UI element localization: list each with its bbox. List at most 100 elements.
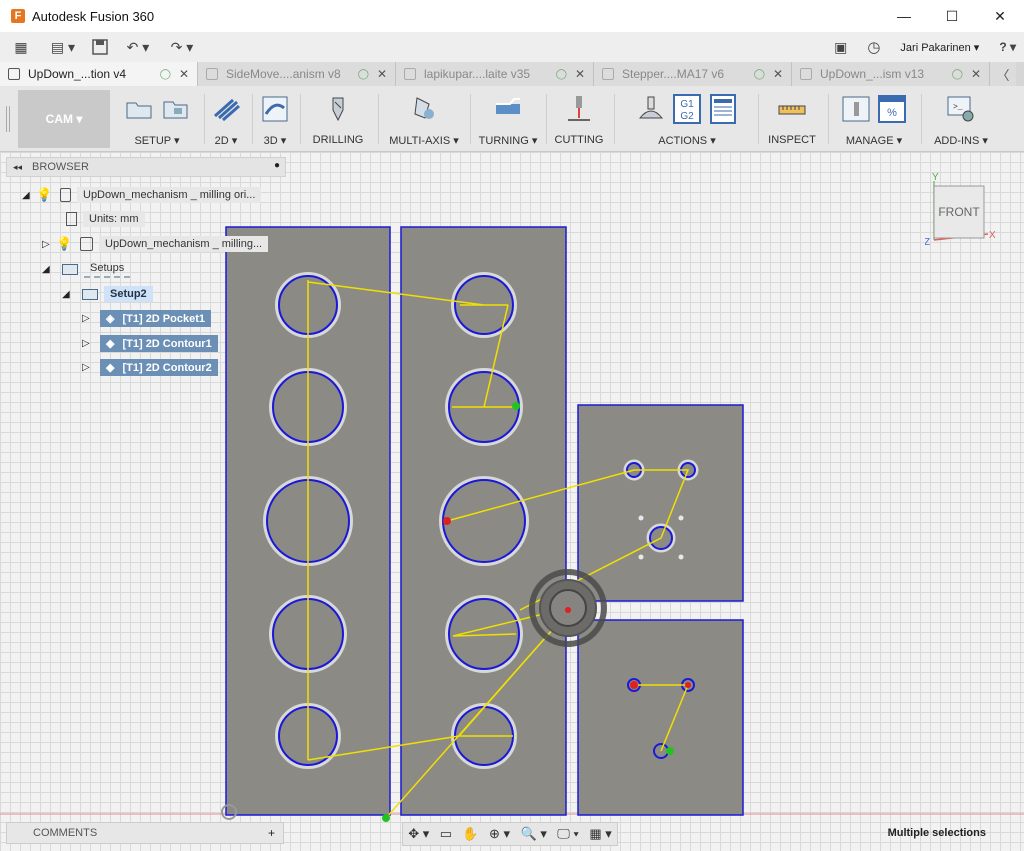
document-tab-icon [8, 68, 20, 80]
document-tab-label: SideMove....anism v8 [226, 67, 341, 81]
g2-label: G2 [680, 111, 694, 122]
expand-triangle-icon[interactable]: ▷ [42, 239, 52, 250]
comment-icon[interactable]: ▣ [834, 39, 847, 56]
tree-units[interactable]: Units: mm [62, 209, 145, 229]
multi-axis-group[interactable]: MULTI-AXIS ▾ [381, 90, 467, 148]
selection-status: Multiple selections [887, 827, 986, 839]
user-menu[interactable]: Jari Pakarinen ▾ [900, 41, 979, 54]
job-status-clock-icon[interactable]: ◷ [867, 38, 880, 56]
2d-group[interactable]: 2D ▾ [206, 90, 246, 148]
pan-icon[interactable]: ✋ [462, 826, 478, 842]
expand-triangle-icon[interactable]: ▷ [82, 313, 92, 324]
svg-text:%: % [887, 107, 897, 119]
tree-operation[interactable]: ▷ ◈ [T1] 2D Pocket1 [82, 308, 211, 328]
lightbulb-icon[interactable]: 💡 [36, 188, 52, 202]
look-at-icon[interactable]: ▭ [440, 826, 452, 842]
setup-group-label: SETUP ▾ [134, 135, 180, 147]
z-axis-label: Z [925, 237, 930, 248]
add-ins-group[interactable]: >_ ADD-INS ▾ [924, 90, 998, 148]
minimize-button[interactable]: — [880, 0, 928, 32]
document-tab[interactable]: SideMove....anism v8 ◯ ✕ [198, 62, 396, 86]
collapse-triangle-icon[interactable]: ◢ [42, 264, 52, 275]
units-label: Units: mm [83, 211, 145, 227]
maximize-button[interactable]: ☐ [928, 0, 976, 32]
tab-close-icon[interactable]: ✕ [575, 67, 585, 81]
tree-setups[interactable]: ◢ Setups [42, 259, 131, 279]
tool-library-icon [842, 96, 870, 122]
lightbulb-icon[interactable]: 💡 [56, 237, 72, 251]
tab-close-icon[interactable]: ✕ [377, 67, 387, 81]
tab-close-icon[interactable]: ✕ [179, 67, 189, 81]
display-settings-icon[interactable]: 🖵 ▾ [557, 826, 579, 842]
stock-plate-2[interactable] [400, 226, 567, 816]
turning-group[interactable]: TURNING ▾ [473, 90, 543, 148]
quick-access-toolbar: ▦ ▤ ▾ ↶ ▾ ↷ ▾ ▣ ◷ Jari Pakarinen ▾ ? ▾ [0, 32, 1024, 62]
browser-close-icon[interactable]: ● [274, 160, 280, 171]
component-icon [80, 237, 93, 251]
actions-group[interactable]: G1 G2 ACTIONS ▾ [620, 90, 754, 148]
manage-group[interactable]: % MANAGE ▾ [831, 90, 917, 148]
document-tab-label: lapikupar....laite v35 [424, 67, 531, 81]
turning-group-label: TURNING ▾ [478, 135, 538, 147]
fit-icon[interactable]: 🔍 ▾ [521, 826, 547, 842]
tab-close-icon[interactable]: ✕ [773, 67, 783, 81]
expand-triangle-icon[interactable]: ▷ [82, 338, 92, 349]
tabs-scroll-icon[interactable]: 〈 [990, 62, 1016, 86]
workspace-switcher[interactable]: CAM ▾ [18, 90, 110, 148]
add-comment-icon[interactable]: + [268, 826, 275, 840]
setup-group[interactable]: SETUP ▾ [112, 90, 202, 148]
3d-group[interactable]: 3D ▾ [255, 90, 295, 148]
drilling-group[interactable]: DRILLING [303, 90, 373, 148]
grid-settings-icon[interactable]: ▦ ▾ [589, 826, 611, 842]
multi-axis-group-label: MULTI-AXIS ▾ [389, 135, 459, 147]
inspect-group[interactable]: INSPECT [761, 90, 823, 148]
operation-label: ◈ [T1] 2D Pocket1 [100, 309, 211, 327]
help-icon[interactable]: ? ▾ [999, 40, 1016, 54]
component-label: UpDown_mechanism _ milling... [99, 236, 269, 252]
title-bar: F Autodesk Fusion 360 — ☐ ✕ [0, 0, 1024, 32]
window-controls: — ☐ ✕ [880, 0, 1024, 32]
data-panel-grid-icon[interactable]: ▦ [0, 35, 42, 59]
document-tab[interactable]: UpDown_...ism v13 ◯ ✕ [792, 62, 990, 86]
ribbon-toolbar: CAM ▾ SETUP ▾ 2D ▾ 3D ▾ DRILLING MULTI-A… [0, 86, 1024, 152]
start-marker [666, 747, 674, 755]
collapse-triangle-icon[interactable]: ◢ [22, 190, 32, 201]
document-tab[interactable]: UpDown_...tion v4 ◯ ✕ [0, 62, 198, 86]
sync-status-icon: ◯ [753, 68, 765, 80]
comments-panel[interactable]: COMMENTS + [6, 822, 284, 844]
document-tab-label: UpDown_...tion v4 [28, 67, 127, 81]
drill-icon [332, 97, 344, 122]
setups-label: Setups [84, 260, 131, 278]
cutting-group[interactable]: CUTTING [549, 90, 609, 148]
tree-component[interactable]: ▷ 💡 UpDown_mechanism _ milling... [42, 234, 269, 254]
file-menu-icon[interactable]: ▤ ▾ [42, 35, 84, 59]
document-tab[interactable]: lapikupar....laite v35 ◯ ✕ [396, 62, 594, 86]
ribbon-grip[interactable] [6, 106, 10, 132]
contour-op-icon: ◆ [106, 361, 115, 374]
undo-icon[interactable]: ↶ ▾ [116, 35, 160, 59]
redo-icon[interactable]: ↷ ▾ [160, 35, 204, 59]
expand-triangle-icon[interactable]: ▷ [82, 362, 92, 373]
save-icon[interactable] [84, 35, 116, 59]
zoom-icon[interactable]: ⊕ ▾ [489, 826, 510, 842]
viewcube[interactable]: FRONT Y X Z [925, 170, 1005, 250]
stock-plate-3[interactable] [577, 404, 744, 602]
setup-folder-icon [82, 288, 98, 300]
tree-setup2[interactable]: ◢ Setup2 [62, 284, 153, 304]
tree-operation[interactable]: ▷ ◆ [T1] 2D Contour2 [82, 357, 218, 377]
setup-sheet-doc-icon [710, 94, 736, 124]
tree-root[interactable]: ◢ 💡 UpDown_mechanism _ milling ori... [22, 185, 262, 205]
document-tab[interactable]: Stepper....MA17 v6 ◯ ✕ [594, 62, 792, 86]
y-axis-label: Y [932, 172, 939, 183]
stock-plate-4[interactable] [577, 619, 744, 816]
close-button[interactable]: ✕ [976, 0, 1024, 32]
3d-adaptive-icon [262, 96, 288, 122]
collapse-triangle-icon[interactable]: ◢ [62, 289, 72, 300]
orbit-icon[interactable]: ✥ ▾ [408, 826, 429, 842]
browser-header[interactable]: ◂◂ BROWSER ● [6, 157, 286, 177]
tree-operation[interactable]: ▷ ◆ [T1] 2D Contour1 [82, 333, 218, 353]
document-tab-icon [206, 68, 218, 80]
tab-close-icon[interactable]: ✕ [971, 67, 981, 81]
2d-group-label: 2D ▾ [214, 135, 238, 147]
collapse-browser-icon[interactable]: ◂◂ [13, 162, 22, 173]
